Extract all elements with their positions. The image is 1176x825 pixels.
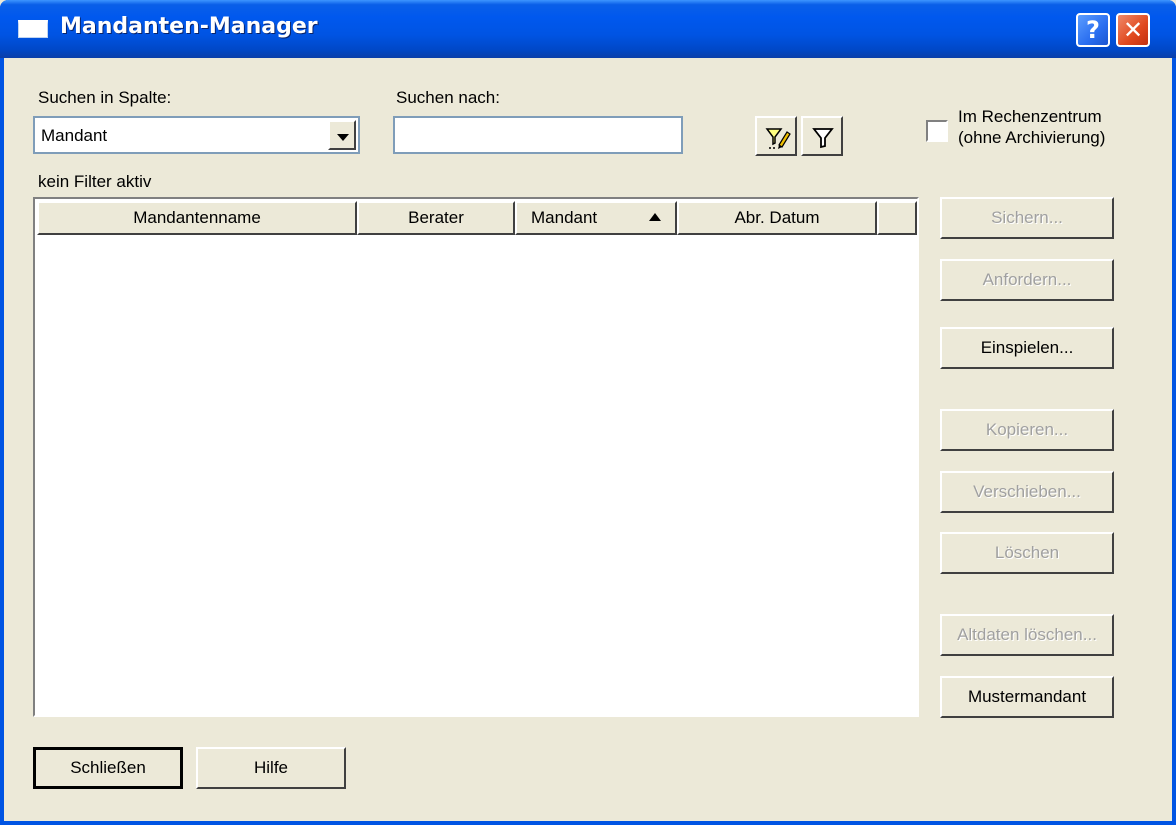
mandanten-manager-window: Mandanten-Manager ? ✕ Suchen in Spalte: … (0, 0, 1176, 825)
chevron-down-icon[interactable] (328, 120, 356, 150)
kopieren-button[interactable]: Kopieren... (940, 409, 1114, 451)
rechenzentrum-checkbox[interactable] (926, 120, 948, 142)
apply-filter-button[interactable] (801, 116, 843, 156)
mandanten-table[interactable]: Mandantenname Berater Mandant Abr. Datum (33, 197, 919, 717)
window-icon (18, 20, 48, 38)
anfordern-button[interactable]: Anfordern... (940, 259, 1114, 301)
rechenzentrum-label-line2: (ohne Archivierung) (958, 128, 1106, 147)
column-header-mandantenname[interactable]: Mandantenname (37, 201, 357, 235)
title-close-button[interactable]: ✕ (1116, 13, 1150, 47)
column-header-mandant-label: Mandant (531, 208, 598, 227)
column-header-berater[interactable]: Berater (357, 201, 515, 235)
search-column-label: Suchen in Spalte: (38, 88, 172, 107)
edit-filter-button[interactable] (755, 116, 797, 156)
close-button[interactable]: Schließen (33, 747, 183, 789)
column-header-filler (877, 201, 917, 235)
sort-ascending-icon (649, 213, 661, 221)
filter-status-text: kein Filter aktiv (38, 172, 152, 191)
search-column-select[interactable]: Mandant (33, 116, 360, 154)
mustermandant-button[interactable]: Mustermandant (940, 676, 1114, 718)
search-term-label: Suchen nach: (396, 88, 500, 107)
loeschen-button[interactable]: Löschen (940, 532, 1114, 574)
title-help-button[interactable]: ? (1076, 13, 1110, 47)
einspielen-button[interactable]: Einspielen... (940, 327, 1114, 369)
title-bar: Mandanten-Manager ? ✕ (0, 0, 1176, 58)
sichern-button[interactable]: Sichern... (940, 197, 1114, 239)
rechenzentrum-label-line1: Im Rechenzentrum (958, 107, 1102, 126)
altdaten-loeschen-button[interactable]: Altdaten löschen... (940, 614, 1114, 656)
window-title: Mandanten-Manager (60, 14, 318, 39)
verschieben-button[interactable]: Verschieben... (940, 471, 1114, 513)
help-button[interactable]: Hilfe (196, 747, 346, 789)
search-column-value: Mandant (41, 126, 108, 145)
search-term-input[interactable] (393, 116, 683, 154)
column-header-abr-datum[interactable]: Abr. Datum (677, 201, 877, 235)
column-header-mandant[interactable]: Mandant (515, 201, 677, 235)
rechenzentrum-label[interactable]: Im Rechenzentrum (ohne Archivierung) (958, 106, 1105, 148)
